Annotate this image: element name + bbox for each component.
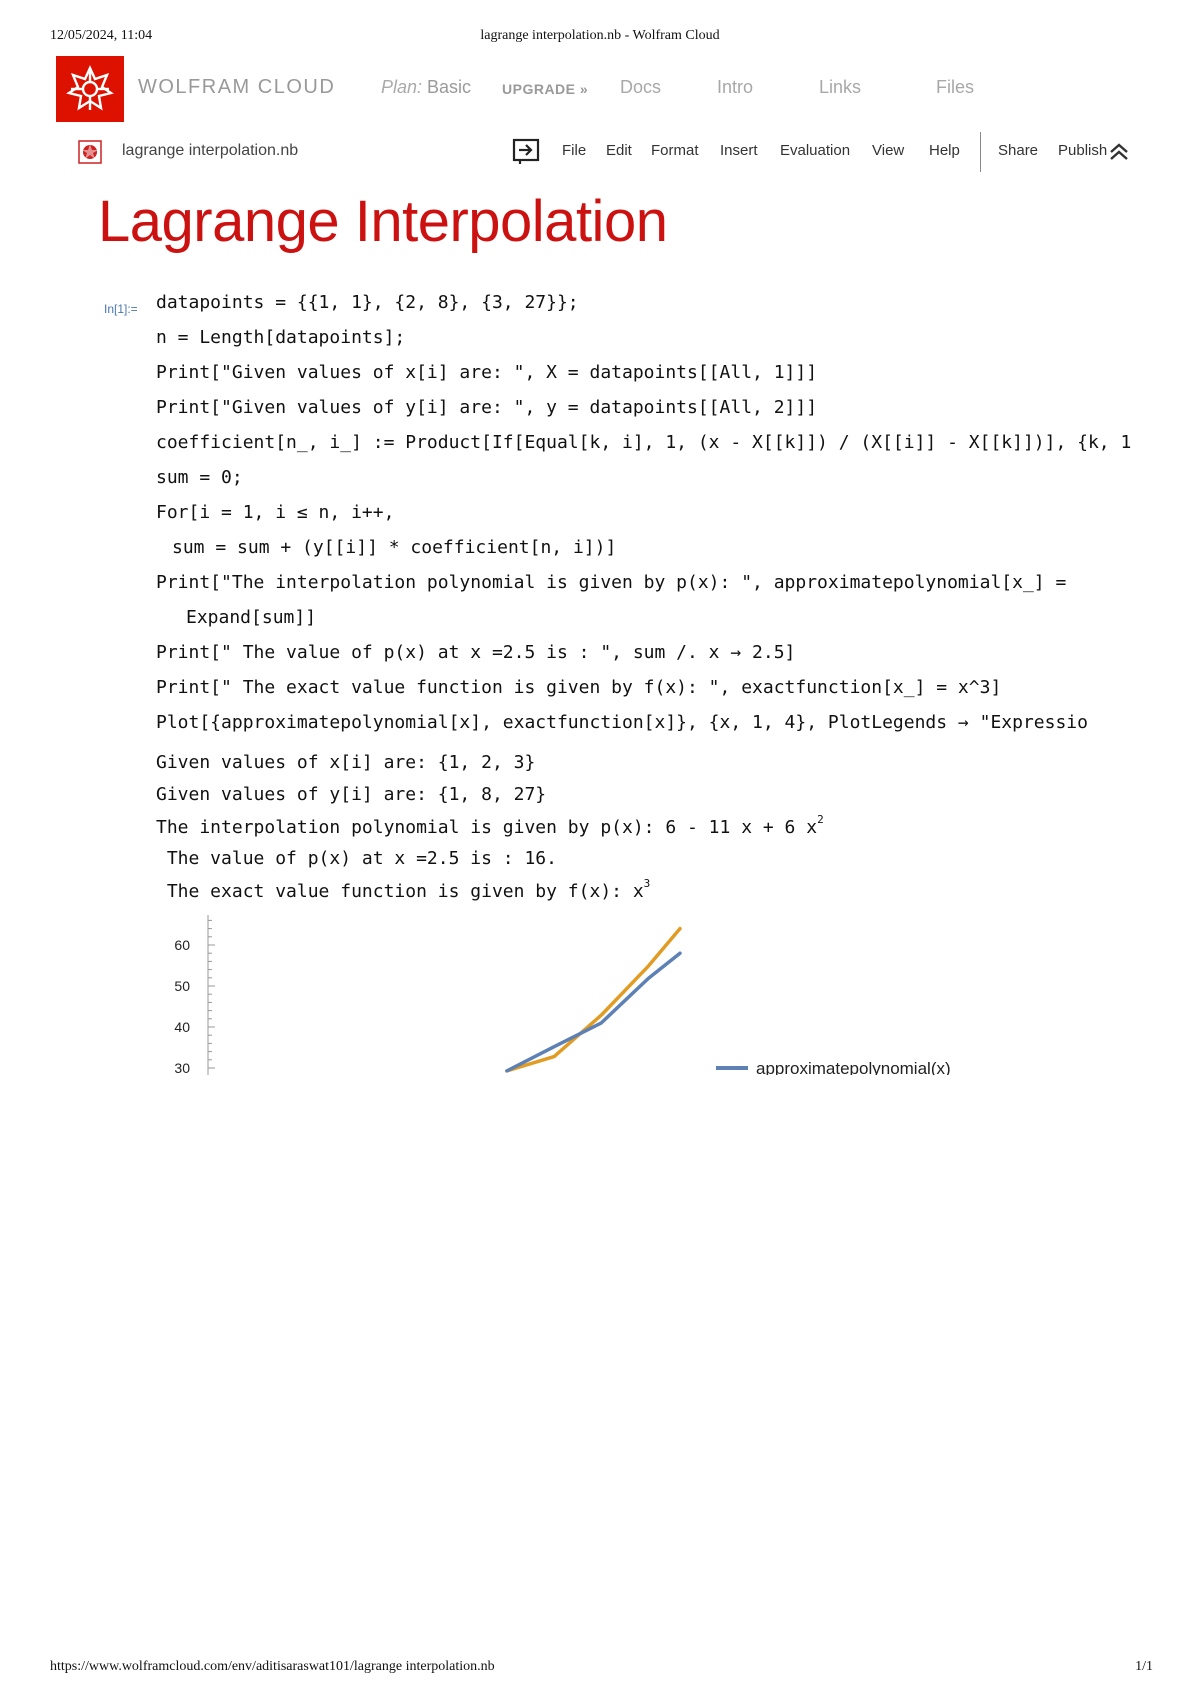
- menu-help[interactable]: Help: [929, 142, 960, 159]
- code-line: n = Length[datapoints];: [156, 327, 406, 348]
- wolfram-logo[interactable]: [56, 56, 124, 122]
- notebook-title[interactable]: Lagrange Interpolation: [98, 188, 668, 255]
- y-tick-label: 40: [174, 1019, 190, 1035]
- plan-info[interactable]: Plan: Basic: [381, 77, 471, 98]
- insert-cell-icon[interactable]: [512, 138, 542, 164]
- plan-prefix: Plan:: [381, 77, 423, 97]
- share-button[interactable]: Share: [998, 142, 1038, 159]
- print-page-number: 1/1: [1135, 1659, 1153, 1674]
- print-header: 12/05/2024, 11:04 lagrange interpolation…: [0, 28, 1200, 48]
- menu-insert[interactable]: Insert: [720, 142, 758, 159]
- input-cell[interactable]: datapoints = {{1, 1}, {2, 8}, {3, 27}}; …: [156, 292, 1150, 732]
- code-line: sum = sum + (y[[i]] * coefficient[n, i])…: [172, 537, 617, 558]
- publish-button[interactable]: Publish: [1058, 142, 1107, 159]
- wolfram-top-bar: WOLFRAM CLOUD Plan: Basic UPGRADE » Docs…: [56, 56, 1156, 122]
- wolfram-spikey-icon: [66, 65, 114, 111]
- output-exponent: 2: [817, 813, 824, 826]
- nav-links[interactable]: Links: [819, 77, 861, 98]
- print-page-title: lagrange interpolation.nb - Wolfram Clou…: [480, 28, 720, 43]
- output-cells: Given values of x[i] are: {1, 2, 3} Give…: [156, 752, 1150, 902]
- nav-docs[interactable]: Docs: [620, 77, 661, 98]
- series-line-0: [505, 951, 682, 1073]
- nav-intro[interactable]: Intro: [717, 77, 753, 98]
- code-line: Expand[sum]]: [186, 607, 317, 628]
- code-line: Print[" The value of p(x) at x =2.5 is :…: [156, 642, 796, 663]
- menu-format[interactable]: Format: [651, 142, 699, 159]
- notebook-toolbar: lagrange interpolation.nb File Edit Form…: [78, 132, 1158, 172]
- menu-evaluation[interactable]: Evaluation: [780, 142, 850, 159]
- notebook-file-name[interactable]: lagrange interpolation.nb: [122, 142, 298, 160]
- menu-view[interactable]: View: [872, 142, 904, 159]
- y-tick-label: 60: [174, 937, 190, 953]
- y-tick-label: 30: [174, 1060, 190, 1075]
- menu-file[interactable]: File: [562, 142, 586, 159]
- output-exponent: 3: [643, 877, 651, 890]
- code-line: Print["Given values of x[i] are: ", X = …: [156, 362, 818, 383]
- y-tick-label: 50: [174, 978, 190, 994]
- plot-output[interactable]: 30 40 50 60 approximatepolynomial(x): [150, 910, 1050, 1075]
- output-text: The interpolation polynomial is given by…: [156, 817, 818, 838]
- output-line: The value of p(x) at x =2.5 is : 16.: [156, 848, 557, 869]
- code-line: datapoints = {{1, 1}, {2, 8}, {3, 27}};: [156, 292, 579, 313]
- brand-name[interactable]: WOLFRAM CLOUD: [138, 76, 335, 99]
- output-line: The interpolation polynomial is given by…: [156, 813, 824, 838]
- series-line-1: [505, 926, 682, 1073]
- code-line: Print["The interpolation polynomial is g…: [156, 572, 1067, 593]
- code-line: Print["Given values of y[i] are: ", y = …: [156, 397, 818, 418]
- toolbar-divider: [980, 132, 981, 172]
- output-line: Given values of x[i] are: {1, 2, 3}: [156, 752, 536, 773]
- code-line: sum = 0;: [156, 467, 243, 488]
- output-text: The exact value function is given by f(x…: [156, 881, 644, 902]
- menu-edit[interactable]: Edit: [606, 142, 632, 159]
- plot-svg: 30 40 50 60 approximatepolynomial(x): [174, 915, 951, 1075]
- code-line: Print[" The exact value function is give…: [156, 677, 1002, 698]
- nav-files[interactable]: Files: [936, 77, 974, 98]
- code-line: Plot[{approximatepolynomial[x], exactfun…: [156, 712, 1088, 732]
- notebook-file-icon: [78, 140, 102, 164]
- print-url: https://www.wolframcloud.com/env/aditisa…: [50, 1659, 495, 1674]
- plan-value: Basic: [422, 77, 472, 97]
- upgrade-link[interactable]: UPGRADE »: [502, 81, 588, 97]
- legend-label: approximatepolynomial(x): [756, 1059, 951, 1075]
- input-cell-label: In[1]:=: [104, 302, 138, 316]
- output-line: The exact value function is given by f(x…: [156, 877, 651, 902]
- print-footer: https://www.wolframcloud.com/env/aditisa…: [0, 1659, 1200, 1679]
- code-line: For[i = 1, i ≤ n, i++,: [156, 502, 395, 523]
- output-line: Given values of y[i] are: {1, 8, 27}: [156, 784, 547, 805]
- chevron-up-double-icon[interactable]: [1108, 142, 1130, 162]
- code-line: coefficient[n_, i_] := Product[If[Equal[…: [156, 432, 1132, 453]
